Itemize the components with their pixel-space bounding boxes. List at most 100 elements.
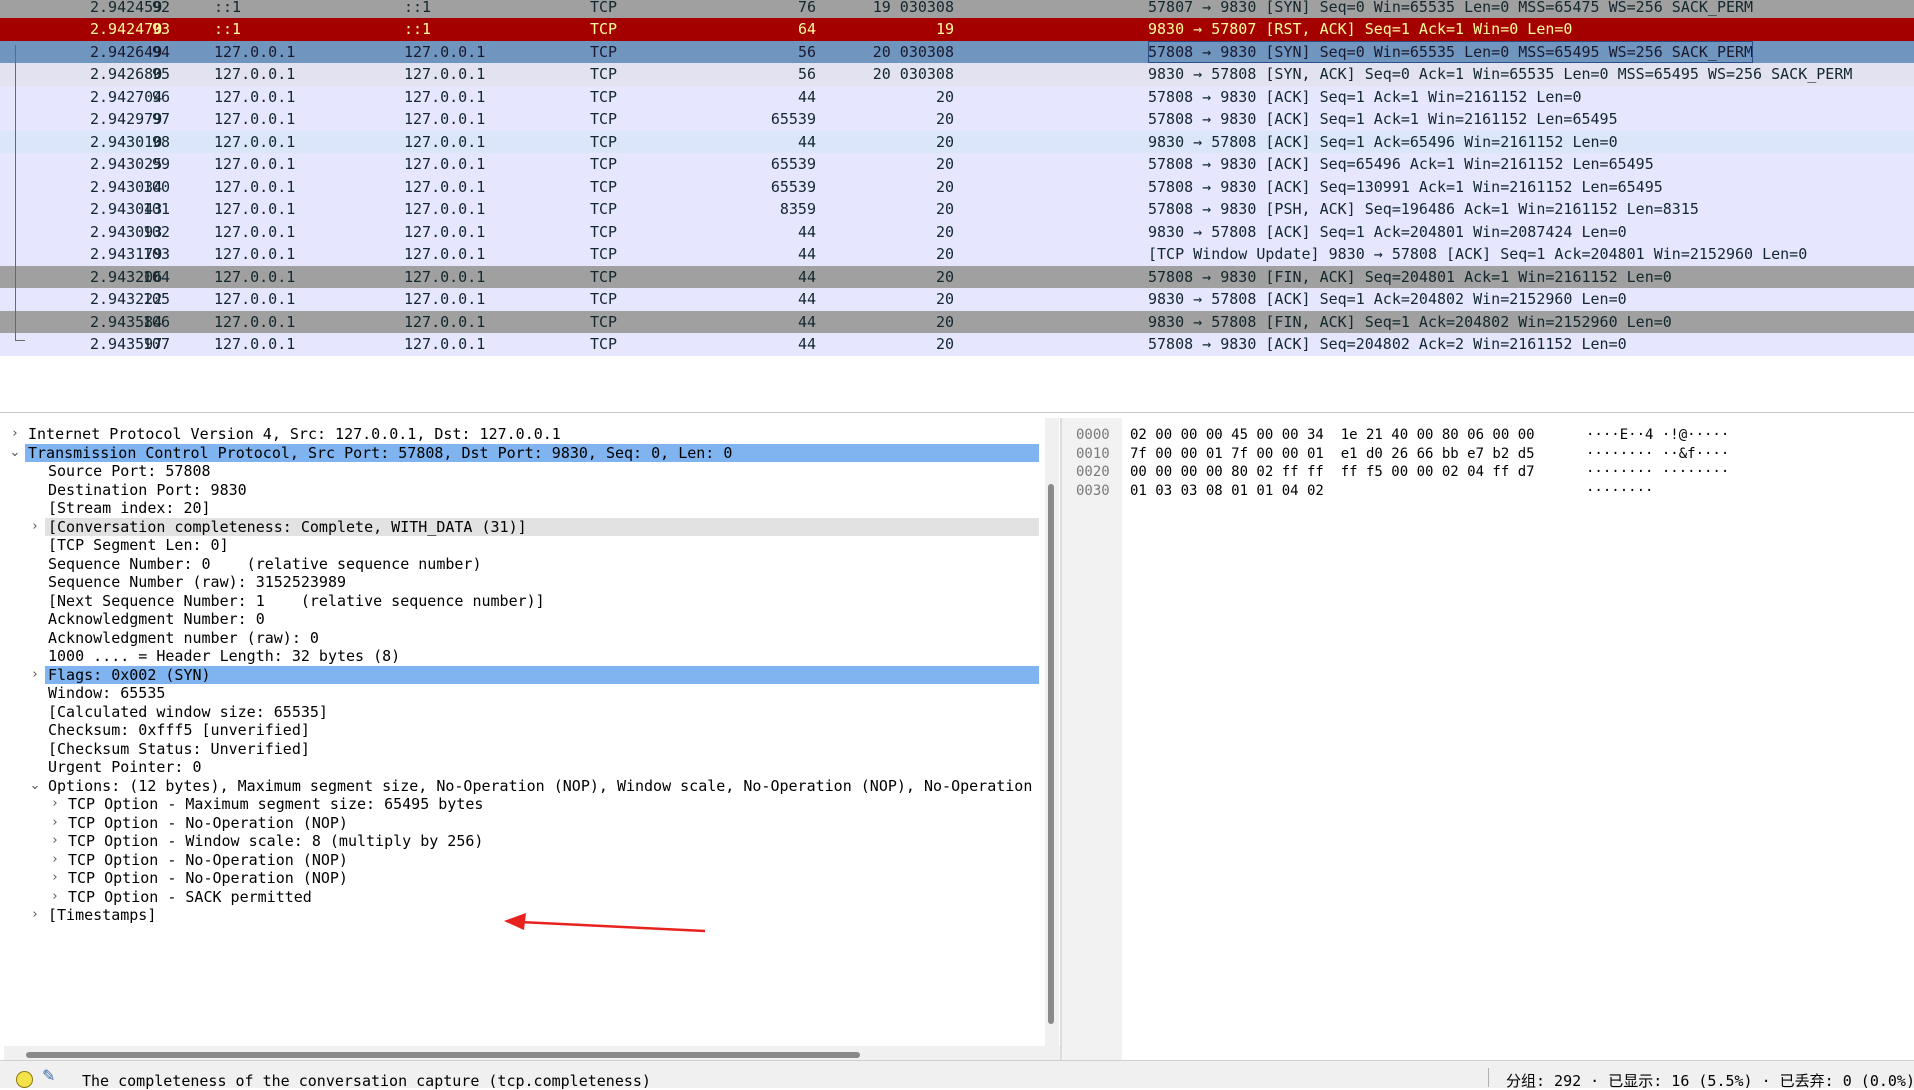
conversation-bracket-line (15, 44, 16, 340)
packet-time: 2.943025 (90, 155, 163, 173)
packet-length: 56 (797, 42, 816, 61)
detail-tree-item[interactable]: Acknowledgment Number: 0 (4, 610, 1039, 629)
packet-protocol: TCP (590, 200, 618, 218)
packet-header-len: 19 030308 (872, 0, 954, 16)
detail-tree-item[interactable]: Window: 65535 (4, 684, 1039, 703)
detail-tree-item[interactable]: › TCP Option - No-Operation (NOP) (4, 851, 1039, 870)
packet-row[interactable]: 106 2.943584 127.0.0.1 127.0.0.1 TCP 44 20 9830… (0, 310, 1914, 333)
packet-details-tree[interactable]: › Internet Protocol Version 4, Src: 127.0… (4, 418, 1039, 1046)
detail-tree-item[interactable]: Sequence Number: 0 (relative sequence nu… (4, 555, 1039, 574)
chevron-right-icon[interactable]: › (28, 906, 42, 925)
packet-destination: 127.0.0.1 (404, 177, 486, 196)
packet-protocol: TCP (590, 0, 618, 16)
detail-tree-item[interactable]: ⌄ Transmission Control Protocol, Src Port… (4, 443, 1039, 463)
detail-tree-item[interactable]: Urgent Pointer: 0 (4, 758, 1039, 777)
packet-destination: 127.0.0.1 (404, 312, 486, 331)
detail-item-label: Window: 65535 (48, 684, 166, 702)
packet-info: 9830 → 57808 [FIN, ACK] Seq=1 Ack=204802… (1148, 312, 1672, 331)
packet-info: 57808 → 9830 [SYN] Seq=0 Win=65535 Len=0… (1148, 40, 1754, 63)
detail-tree-item[interactable]: ⌄ Options: (12 bytes), Maximum segment si… (4, 777, 1039, 796)
detail-tree-item[interactable]: Acknowledgment number (raw): 0 (4, 629, 1039, 648)
packet-source: ::1 (214, 0, 242, 16)
detail-tree-item[interactable]: Destination Port: 9830 (4, 481, 1039, 500)
detail-tree-item[interactable]: Sequence Number (raw): 3152523989 (4, 573, 1039, 592)
packet-bytes-pane[interactable]: 0000 02 00 00 00 45 00 00 34 1e 21 40 00 … (1062, 418, 1914, 1060)
detail-tree-item[interactable]: [Checksum Status: Unverified] (4, 740, 1039, 759)
chevron-right-icon[interactable]: › (48, 869, 62, 888)
detail-item-label: Flags: 0x002 (SYN) (48, 665, 211, 684)
detail-tree-item[interactable]: › Internet Protocol Version 4, Src: 127.0… (4, 425, 1039, 444)
chevron-right-icon[interactable]: › (8, 425, 22, 444)
packet-info: 9830 → 57808 [SYN, ACK] Seq=0 Ack=1 Win=… (1148, 65, 1853, 83)
packet-row[interactable]: 100 2.943034 127.0.0.1 127.0.0.1 TCP 65539 20 5… (0, 175, 1914, 198)
packet-header-len: 20 (935, 110, 954, 128)
detail-tree-item[interactable]: › Flags: 0x002 (SYN) (4, 665, 1039, 685)
packet-info: 57808 → 9830 [ACK] Seq=1 Ack=1 Win=21611… (1148, 110, 1618, 128)
packet-info: 9830 → 57808 [ACK] Seq=1 Ack=204801 Win=… (1148, 222, 1627, 241)
packet-header-len: 20 (935, 155, 954, 173)
packet-source: 127.0.0.1 (214, 155, 296, 173)
packet-header-len: 20 (935, 87, 954, 106)
detail-tree-item[interactable]: Source Port: 57808 (4, 462, 1039, 481)
packet-row[interactable]: 105 2.943222 127.0.0.1 127.0.0.1 TCP 44 20 9830… (0, 288, 1914, 311)
chevron-right-icon[interactable]: › (48, 888, 62, 907)
chevron-right-icon[interactable]: › (28, 666, 42, 685)
chevron-right-icon[interactable]: › (48, 795, 62, 814)
byte-offset: 0030 (1076, 482, 1110, 499)
detail-tree-item[interactable]: [Next Sequence Number: 1 (relative seque… (4, 592, 1039, 611)
detail-tree-item[interactable]: [Calculated window size: 65535] (4, 703, 1039, 722)
packet-protocol: TCP (590, 87, 618, 106)
packet-destination: 127.0.0.1 (404, 245, 486, 263)
detail-tree-item[interactable]: › TCP Option - Window scale: 8 (multiply … (4, 832, 1039, 851)
packet-row[interactable]: 96 2.942704 127.0.0.1 127.0.0.1 TCP 44 20 57808… (0, 85, 1914, 108)
expert-info-led-icon[interactable] (16, 1071, 33, 1088)
chevron-right-icon[interactable]: › (48, 851, 62, 870)
packet-row[interactable]: 107 2.943597 127.0.0.1 127.0.0.1 TCP 44 20 5780… (0, 333, 1914, 356)
chevron-right-icon[interactable]: › (48, 832, 62, 851)
packet-time: 2.943010 (90, 132, 163, 151)
detail-item-label: [Timestamps] (48, 906, 157, 924)
packet-row[interactable]: 97 2.942979 127.0.0.1 127.0.0.1 TCP 65539 20 57… (0, 108, 1914, 131)
packet-length: 44 (797, 335, 816, 353)
chevron-right-icon[interactable]: › (28, 518, 42, 537)
packet-source: 127.0.0.1 (214, 110, 296, 128)
packet-header-len: 20 (935, 132, 954, 151)
packet-row[interactable]: 93 2.942470::1::1 TCP 64 19 9830 → 57807 [RST… (0, 18, 1914, 41)
packet-row[interactable]: 95 2.942680 127.0.0.1 127.0.0.1 TCP 56 20 0303… (0, 63, 1914, 86)
status-packet-stats: 分组: 292 · 已显示: 16 (5.5%) · 已丢弃: 0 (0.0%) (1506, 1072, 1914, 1090)
detail-tree-item[interactable]: [TCP Segment Len: 0] (4, 536, 1039, 555)
detail-tree-item[interactable]: › TCP Option - No-Operation (NOP) (4, 814, 1039, 833)
detail-tree-item[interactable]: › TCP Option - SACK permitted (4, 888, 1039, 907)
packet-row[interactable]: 101 2.943043 127.0.0.1 127.0.0.1 TCP 8359 20 57… (0, 198, 1914, 221)
packet-row[interactable]: 94 2.942649 127.0.0.1 127.0.0.1 TCP 56 20 0303… (0, 40, 1914, 63)
packet-header-len: 20 (935, 312, 954, 331)
packet-info: 57808 → 9830 [FIN, ACK] Seq=204801 Ack=1… (1148, 267, 1672, 286)
detail-tree-item[interactable]: › [Conversation completeness: Complete, W… (4, 517, 1039, 537)
packet-row[interactable]: 104 2.943206 127.0.0.1 127.0.0.1 TCP 44 20 5780… (0, 265, 1914, 288)
details-vertical-scroll-thumb[interactable] (1048, 484, 1054, 1024)
packet-row[interactable]: 99 2.943025 127.0.0.1 127.0.0.1 TCP 65539 20 57… (0, 153, 1914, 176)
packet-list[interactable]: 92 2.942459::1::1 TCP 76 19 030308 57807 → 98… (0, 0, 1914, 413)
detail-tree-item[interactable]: › TCP Option - Maximum segment size: 6549… (4, 795, 1039, 814)
detail-tree-item[interactable]: Checksum: 0xfff5 [unverified] (4, 721, 1039, 740)
packet-row[interactable]: 92 2.942459::1::1 TCP 76 19 030308 57807 → 98… (0, 0, 1914, 18)
detail-item-label: [Calculated window size: 65535] (48, 702, 328, 721)
capture-comment-edit-icon[interactable]: ✎ (42, 1066, 64, 1086)
detail-item-label: TCP Option - Maximum segment size: 65495… (68, 795, 484, 813)
details-horizontal-scroll-thumb[interactable] (26, 1052, 860, 1058)
detail-item-label: [TCP Segment Len: 0] (48, 536, 229, 554)
packet-protocol: TCP (590, 65, 618, 83)
packet-row[interactable]: 98 2.943010 127.0.0.1 127.0.0.1 TCP 44 20 9830 … (0, 130, 1914, 153)
detail-tree-item[interactable]: › TCP Option - No-Operation (NOP) (4, 869, 1039, 888)
packet-time: 2.942470 (90, 20, 163, 38)
detail-tree-item[interactable]: 1000 .... = Header Length: 32 bytes (8) (4, 647, 1039, 666)
detail-tree-item[interactable]: [Stream index: 20] (4, 499, 1039, 518)
chevron-right-icon[interactable]: › (48, 814, 62, 833)
packet-time: 2.943034 (90, 177, 163, 196)
packet-row[interactable]: 102 2.943093 127.0.0.1 127.0.0.1 TCP 44 20 9830… (0, 220, 1914, 243)
packet-row[interactable]: 103 2.943179 127.0.0.1 127.0.0.1 TCP 44 20 [TCP… (0, 243, 1914, 266)
chevron-down-icon[interactable]: ⌄ (28, 777, 42, 796)
byte-offset: 0020 (1076, 464, 1110, 480)
detail-item-label: Acknowledgment Number: 0 (48, 610, 265, 628)
chevron-down-icon[interactable]: ⌄ (8, 444, 22, 463)
